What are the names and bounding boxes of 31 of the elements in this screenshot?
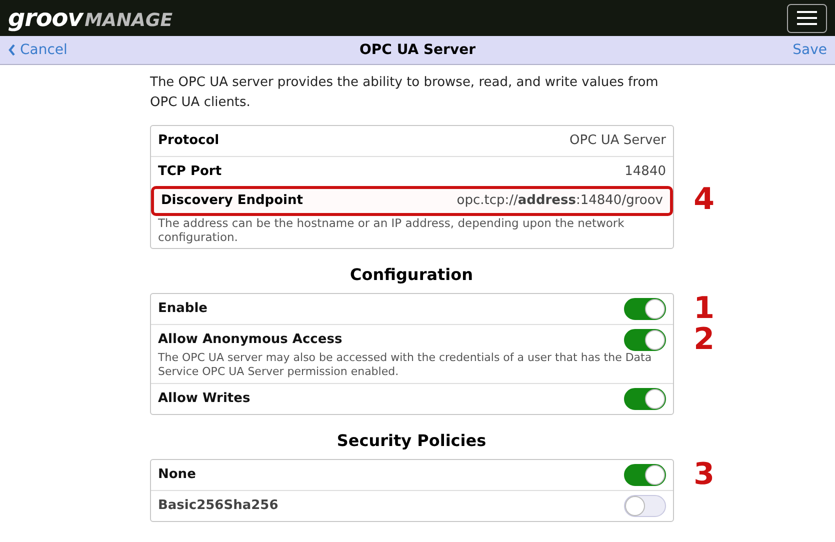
setting-label: None [158, 466, 196, 484]
callout-number: 4 [694, 185, 714, 215]
cancel-button[interactable]: Cancel [8, 40, 68, 60]
save-button[interactable]: Save [792, 40, 827, 60]
setting-label: Allow Writes [158, 390, 250, 408]
toggle-switch[interactable] [624, 298, 666, 320]
setting-label: Basic256Sha256 [158, 497, 278, 516]
toggle-switch[interactable] [624, 388, 666, 410]
section-heading: Configuration [348, 264, 474, 286]
menu-button[interactable] [787, 4, 827, 32]
intro-text: The OPC UA server provides the ability to browse, read, and write values from OPC UA clients. [150, 74, 660, 112]
toggle-switch[interactable] [624, 495, 666, 517]
row-value: 14840 [624, 162, 666, 181]
setting-description: The OPC UA server may also be accessed with the credentials of a user that has the Data Service OPC UA Server permission enabled. [158, 351, 653, 379]
row-value: OPC UA Server [570, 132, 666, 150]
page-title: OPC UA Server [360, 40, 476, 60]
callout-number: 1 [694, 294, 714, 324]
setting-label: Allow Anonymous Access [158, 331, 342, 350]
logo: groovMANAGE [8, 3, 173, 34]
toggle-switch[interactable] [624, 464, 666, 486]
row-label: Protocol [158, 132, 220, 150]
callout-number: 2 [694, 325, 714, 355]
section-heading: Security Policies [336, 430, 488, 452]
setting-label: Enable [158, 300, 208, 318]
info-note: The address can be the hostname or an IP address, depending upon the network configuration. [157, 216, 626, 246]
toggle-switch[interactable] [624, 329, 666, 351]
chevron-left-icon [8, 44, 16, 56]
callout-number: 3 [694, 460, 714, 490]
row-label: Discovery Endpoint [161, 192, 303, 210]
row-label: TCP Port [158, 162, 222, 181]
row-value: opc.tcp://address:14840/groov [456, 192, 663, 210]
